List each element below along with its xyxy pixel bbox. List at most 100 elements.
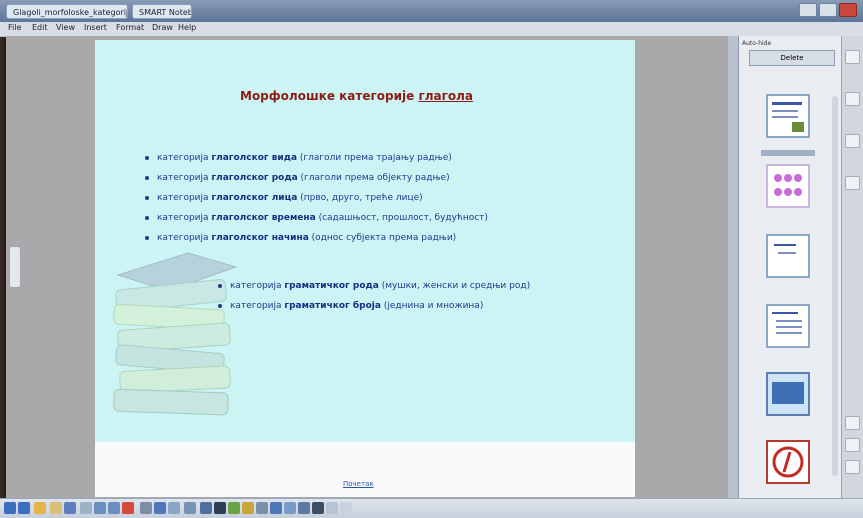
menu-file[interactable]: File: [8, 23, 21, 32]
books-stack-image: [113, 252, 238, 416]
item-detail: (мушки, женски и средњи род): [378, 281, 531, 291]
sorter-delete-button[interactable]: Delete: [749, 50, 835, 66]
properties-icon[interactable]: [326, 502, 338, 514]
item-prefix: категорија: [157, 173, 212, 183]
delete-icon[interactable]: [122, 502, 134, 514]
more-tools-icon[interactable]: [340, 502, 352, 514]
menu-format[interactable]: Format: [116, 23, 144, 32]
item-term: глаголског вида: [211, 153, 298, 163]
sorter-delete-label: Delete: [780, 54, 804, 62]
text-icon[interactable]: [312, 502, 324, 514]
item-detail: (однос субјекта према радњи): [308, 233, 457, 243]
page-thumbnail[interactable]: [766, 304, 810, 348]
forward-arrow-icon[interactable]: [845, 438, 860, 452]
thumbnail-preview: [772, 102, 804, 132]
item-term: глаголског времена: [211, 213, 316, 223]
page-thumbnail[interactable]: [766, 372, 810, 416]
eraser-icon[interactable]: [256, 502, 268, 514]
list-item: категорија граматичког броја (једнина и …: [218, 296, 638, 316]
list-item: категорија глаголског времена (садашњост…: [145, 208, 625, 228]
gallery-tab-icon[interactable]: [845, 92, 860, 106]
page-thumbnail[interactable]: [766, 234, 810, 278]
menu-draw[interactable]: Draw: [152, 23, 173, 32]
table-icon[interactable]: [184, 502, 196, 514]
workspace-scrollbar[interactable]: [728, 36, 738, 498]
thumbnail-preview: [772, 312, 802, 334]
bullet-icon: [145, 155, 149, 160]
line-icon[interactable]: [270, 502, 282, 514]
bullet-icon: [145, 215, 149, 220]
thumbnail-caption: [761, 419, 815, 424]
display-icon[interactable]: [168, 502, 180, 514]
item-term: граматичког рода: [284, 281, 379, 291]
item-detail: (глаголи према објекту радње): [297, 173, 450, 183]
bullet-list-grammar-categories: категорија граматичког рода (мушки, женс…: [218, 276, 638, 316]
bullet-icon: [145, 195, 149, 200]
list-item: категорија глаголског начина (однос субј…: [145, 228, 625, 248]
item-prefix: категорија: [157, 153, 212, 163]
thumbnail-preview: [774, 174, 802, 196]
open-file-icon[interactable]: [50, 502, 62, 514]
maximize-button[interactable]: [819, 3, 837, 17]
creative-pen-icon[interactable]: [228, 502, 240, 514]
page-thumbnail[interactable]: [766, 94, 810, 138]
menu-help[interactable]: Help: [178, 23, 196, 32]
undo-icon[interactable]: [94, 502, 106, 514]
thumbnail-preview: [768, 374, 808, 414]
bullet-list-verb-categories: категорија глаголског вида (глаголи прем…: [145, 148, 625, 248]
slide-title-accent: глагола: [418, 89, 474, 103]
item-prefix: категорија: [157, 213, 212, 223]
thumbnail-selected-indicator: [761, 150, 815, 156]
bullet-icon: [145, 175, 149, 180]
document-tab[interactable]: Glagoli_morfoloske_kategorije.notebook: [6, 4, 128, 19]
close-button[interactable]: [839, 3, 857, 17]
item-detail: (прво, друго, треће лице): [297, 193, 423, 203]
thumbnail-preview: [774, 244, 796, 254]
bullet-icon: [218, 303, 222, 308]
thumbnail-preview: [772, 446, 804, 478]
minimize-button[interactable]: [799, 3, 817, 17]
menu-insert[interactable]: Insert: [84, 23, 107, 32]
item-detail: (глаголи према трајању радње): [297, 153, 452, 163]
item-prefix: категорија: [230, 281, 285, 291]
add-page-icon[interactable]: [34, 502, 46, 514]
fill-icon[interactable]: [298, 502, 310, 514]
footer-link[interactable]: Почетак: [343, 480, 374, 488]
item-term: граматичког броја: [284, 301, 381, 311]
side-tabs: [841, 36, 863, 498]
item-prefix: категорија: [230, 301, 285, 311]
panel-collapse-handle[interactable]: [9, 246, 21, 288]
shape-icon[interactable]: [284, 502, 296, 514]
page-thumbnail[interactable]: [766, 164, 810, 208]
item-term: глаголског рода: [211, 173, 298, 183]
back-arrow-icon[interactable]: [845, 416, 860, 430]
app-tab[interactable]: SMART Notebook: [132, 4, 192, 19]
menu-view[interactable]: View: [56, 23, 75, 32]
save-icon[interactable]: [64, 502, 76, 514]
attachments-tab-icon[interactable]: [845, 134, 860, 148]
full-screen-icon[interactable]: [154, 502, 166, 514]
next-page-icon[interactable]: [18, 502, 30, 514]
page-thumbnail[interactable]: [766, 440, 810, 484]
list-item: категорија граматичког рода (мушки, женс…: [218, 276, 638, 296]
previous-page-icon[interactable]: [4, 502, 16, 514]
sorter-scrollbar[interactable]: [832, 96, 838, 476]
highlighter-icon[interactable]: [242, 502, 254, 514]
list-item: категорија глаголског рода (глаголи прем…: [145, 168, 625, 188]
thumbnail-caption: [761, 281, 815, 286]
list-item: категорија глаголског лица (прво, друго,…: [145, 188, 625, 208]
page-sorter-tab-icon[interactable]: [845, 50, 860, 64]
bottom-toolbar: [0, 498, 863, 518]
pen-icon[interactable]: [214, 502, 226, 514]
properties-tab-icon[interactable]: [845, 176, 860, 190]
menu-edit[interactable]: Edit: [32, 23, 48, 32]
redo-icon[interactable]: [108, 502, 120, 514]
thumbnail-caption: [761, 211, 815, 216]
addon-tab-icon[interactable]: [845, 460, 860, 474]
select-icon[interactable]: [200, 502, 212, 514]
auto-hide-label[interactable]: Auto-hide: [742, 40, 771, 47]
screen-shade-icon[interactable]: [140, 502, 152, 514]
app-tab-label: SMART Notebook: [139, 8, 191, 17]
item-term: глаголског начина: [211, 233, 309, 243]
paste-icon[interactable]: [80, 502, 92, 514]
